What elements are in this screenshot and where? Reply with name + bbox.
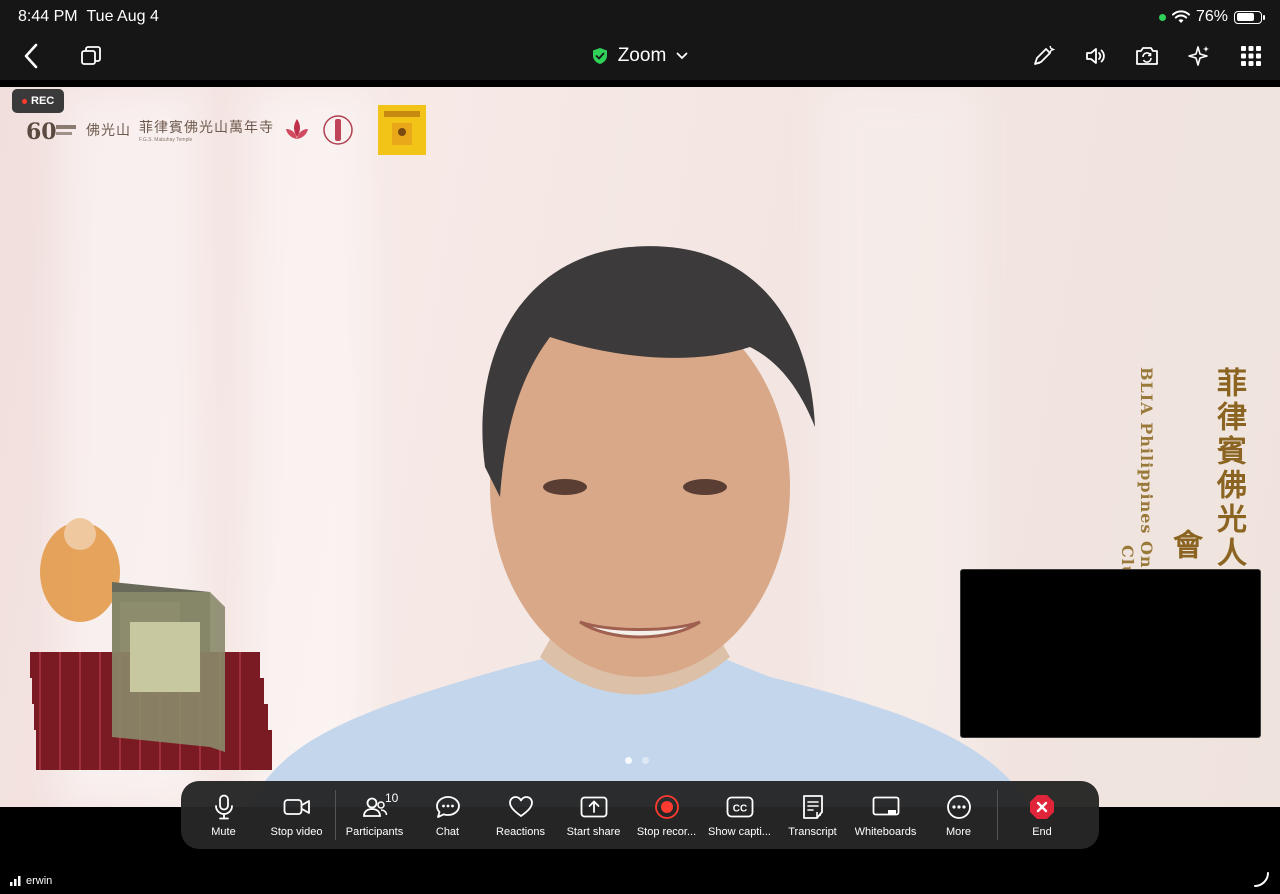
encryption-shield-icon[interactable]	[592, 47, 608, 65]
meeting-top-bar: Zoom	[0, 32, 1280, 80]
transcript-button[interactable]: Transcript	[776, 784, 849, 846]
lotus-logo-icon	[286, 119, 308, 139]
switch-camera-icon[interactable]	[1130, 39, 1164, 73]
camera-indicator-icon	[1158, 13, 1166, 21]
reactions-button[interactable]: Reactions	[484, 784, 557, 846]
wifi-icon	[1171, 10, 1190, 23]
banner-logo-text-1: 佛光山	[86, 123, 131, 139]
status-right: 76%	[1158, 8, 1265, 26]
speaker-person	[250, 246, 1030, 807]
resize-handle-icon[interactable]	[1252, 870, 1270, 888]
meeting-toolbar: Mute Stop video 10 Participants Chat Rea…	[181, 781, 1099, 849]
heart-icon	[507, 793, 535, 821]
meeting-title[interactable]: Zoom	[618, 45, 667, 67]
page-dot[interactable]	[642, 757, 649, 764]
banner-side-text: BLIA Philippines Onlin Club 菲律賓佛光人 會	[1118, 367, 1250, 595]
anniversary-logo-icon: 60	[26, 119, 76, 145]
show-captions-button[interactable]: CC Show capti...	[703, 784, 776, 846]
recording-label: REC	[31, 95, 55, 107]
video-camera-icon	[283, 793, 311, 821]
chat-button[interactable]: Chat	[411, 784, 484, 846]
stop-video-button[interactable]: Stop video	[260, 784, 333, 846]
share-screen-icon	[580, 793, 608, 821]
start-share-button[interactable]: Start share	[557, 784, 630, 846]
closed-captions-icon: CC	[726, 793, 754, 821]
banner-logo-text-2: 菲律賓佛光山萬年寺 F.G.S. Mabuhay Temple	[139, 120, 274, 143]
back-icon[interactable]	[14, 39, 48, 73]
picture-in-picture-icon[interactable]	[74, 39, 108, 73]
temple-seal-icon	[323, 115, 353, 145]
sparkle-ai-icon[interactable]	[1182, 39, 1216, 73]
whiteboards-button[interactable]: Whiteboards	[849, 784, 922, 846]
battery-icon	[1234, 10, 1265, 24]
transcript-icon	[799, 793, 827, 821]
apps-grid-icon[interactable]	[1234, 39, 1268, 73]
record-dot-icon	[22, 98, 27, 104]
page-dot-active[interactable]	[625, 757, 632, 764]
record-icon	[653, 793, 681, 821]
more-dots-icon	[945, 793, 973, 821]
more-button[interactable]: More	[922, 784, 995, 846]
toolbar-divider	[335, 790, 336, 840]
svg-text:60: 60	[26, 119, 57, 145]
bottom-strip: erwin	[0, 866, 1280, 894]
end-meeting-button[interactable]: End	[1000, 784, 1084, 846]
chat-bubble-icon	[434, 793, 462, 821]
banner-side-text-en: BLIA Philippines Onlin Club	[1118, 367, 1156, 596]
speaker-icon[interactable]	[1078, 39, 1112, 73]
page-indicator[interactable]	[625, 757, 649, 764]
yellow-book-logo-icon	[378, 105, 426, 155]
recording-badge: REC	[12, 89, 65, 113]
status-bar: 8:44 PM Tue Aug 4 76%	[0, 0, 1280, 32]
whiteboard-icon	[872, 793, 900, 821]
banner-side-text-cjk: 菲律賓佛光人 會	[1167, 367, 1246, 571]
self-view-video[interactable]	[960, 569, 1261, 738]
user-name-tag: erwin	[10, 875, 52, 887]
active-speaker-video[interactable]: REC 60 佛光山 菲律賓佛光山萬年寺 F.G.S. Mabuhay Temp…	[0, 87, 1280, 807]
master-and-books-illustration	[30, 518, 272, 770]
status-time: 8:44 PM Tue Aug 4	[18, 8, 159, 25]
stop-recording-button[interactable]: Stop recor...	[630, 784, 703, 846]
chevron-down-icon[interactable]	[676, 52, 688, 60]
mute-button[interactable]: Mute	[187, 784, 260, 846]
end-call-icon	[1028, 793, 1056, 821]
signal-bars-icon	[10, 876, 21, 886]
banner-logos: 60 佛光山 菲律賓佛光山萬年寺 F.G.S. Mabuhay Temple	[26, 105, 426, 155]
toolbar-divider	[997, 790, 998, 840]
participants-count-badge: 10	[385, 791, 399, 805]
participants-button[interactable]: 10 Participants	[338, 784, 411, 846]
annotate-pen-icon[interactable]	[1026, 39, 1060, 73]
microphone-icon	[210, 793, 238, 821]
battery-percent: 76%	[1195, 8, 1228, 25]
svg-text:CC: CC	[732, 803, 746, 814]
